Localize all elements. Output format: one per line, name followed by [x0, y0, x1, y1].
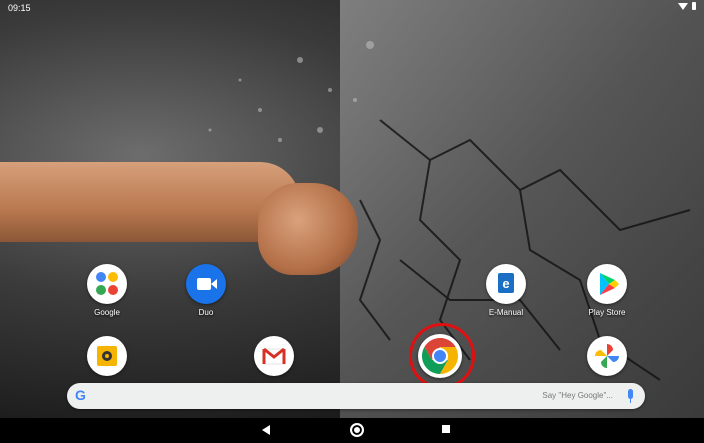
wallpaper-fist [258, 183, 358, 275]
back-button-icon[interactable] [262, 425, 270, 435]
app-photos[interactable] [567, 336, 647, 376]
google-folder-icon [87, 264, 127, 304]
app-google[interactable]: Google [67, 264, 147, 317]
duo-icon [186, 264, 226, 304]
mic-icon[interactable] [628, 389, 633, 403]
clock: 09:15 [8, 3, 31, 13]
wifi-icon [678, 2, 688, 10]
recents-button-icon[interactable] [442, 425, 450, 433]
battery-icon [692, 2, 696, 10]
chrome-highlight-circle [409, 323, 475, 389]
photos-icon [587, 336, 627, 376]
wallpaper-arm [0, 162, 300, 242]
slides-icon [87, 336, 127, 376]
emanual-icon: e [486, 264, 526, 304]
gmail-icon [254, 336, 294, 376]
home-button-icon[interactable] [350, 423, 364, 437]
google-logo-icon: G [75, 387, 86, 403]
app-label: Duo [198, 308, 214, 317]
app-gmail[interactable] [234, 336, 314, 376]
app-duo[interactable]: Duo [166, 264, 246, 317]
app-label: Play Store [588, 308, 626, 317]
app-label: E-Manual [488, 308, 524, 317]
search-hint: Say "Hey Google"... [542, 391, 613, 400]
app-slides[interactable] [67, 336, 147, 376]
play-store-icon [587, 264, 627, 304]
status-bar: 09:15 [0, 0, 704, 16]
app-label: Google [94, 308, 120, 317]
navigation-bar [0, 418, 704, 443]
app-play-store[interactable]: Play Store [567, 264, 647, 317]
svg-text:e: e [502, 276, 509, 291]
app-emanual[interactable]: e E-Manual [466, 264, 546, 317]
google-search-bar[interactable]: G Say "Hey Google"... [67, 383, 645, 409]
